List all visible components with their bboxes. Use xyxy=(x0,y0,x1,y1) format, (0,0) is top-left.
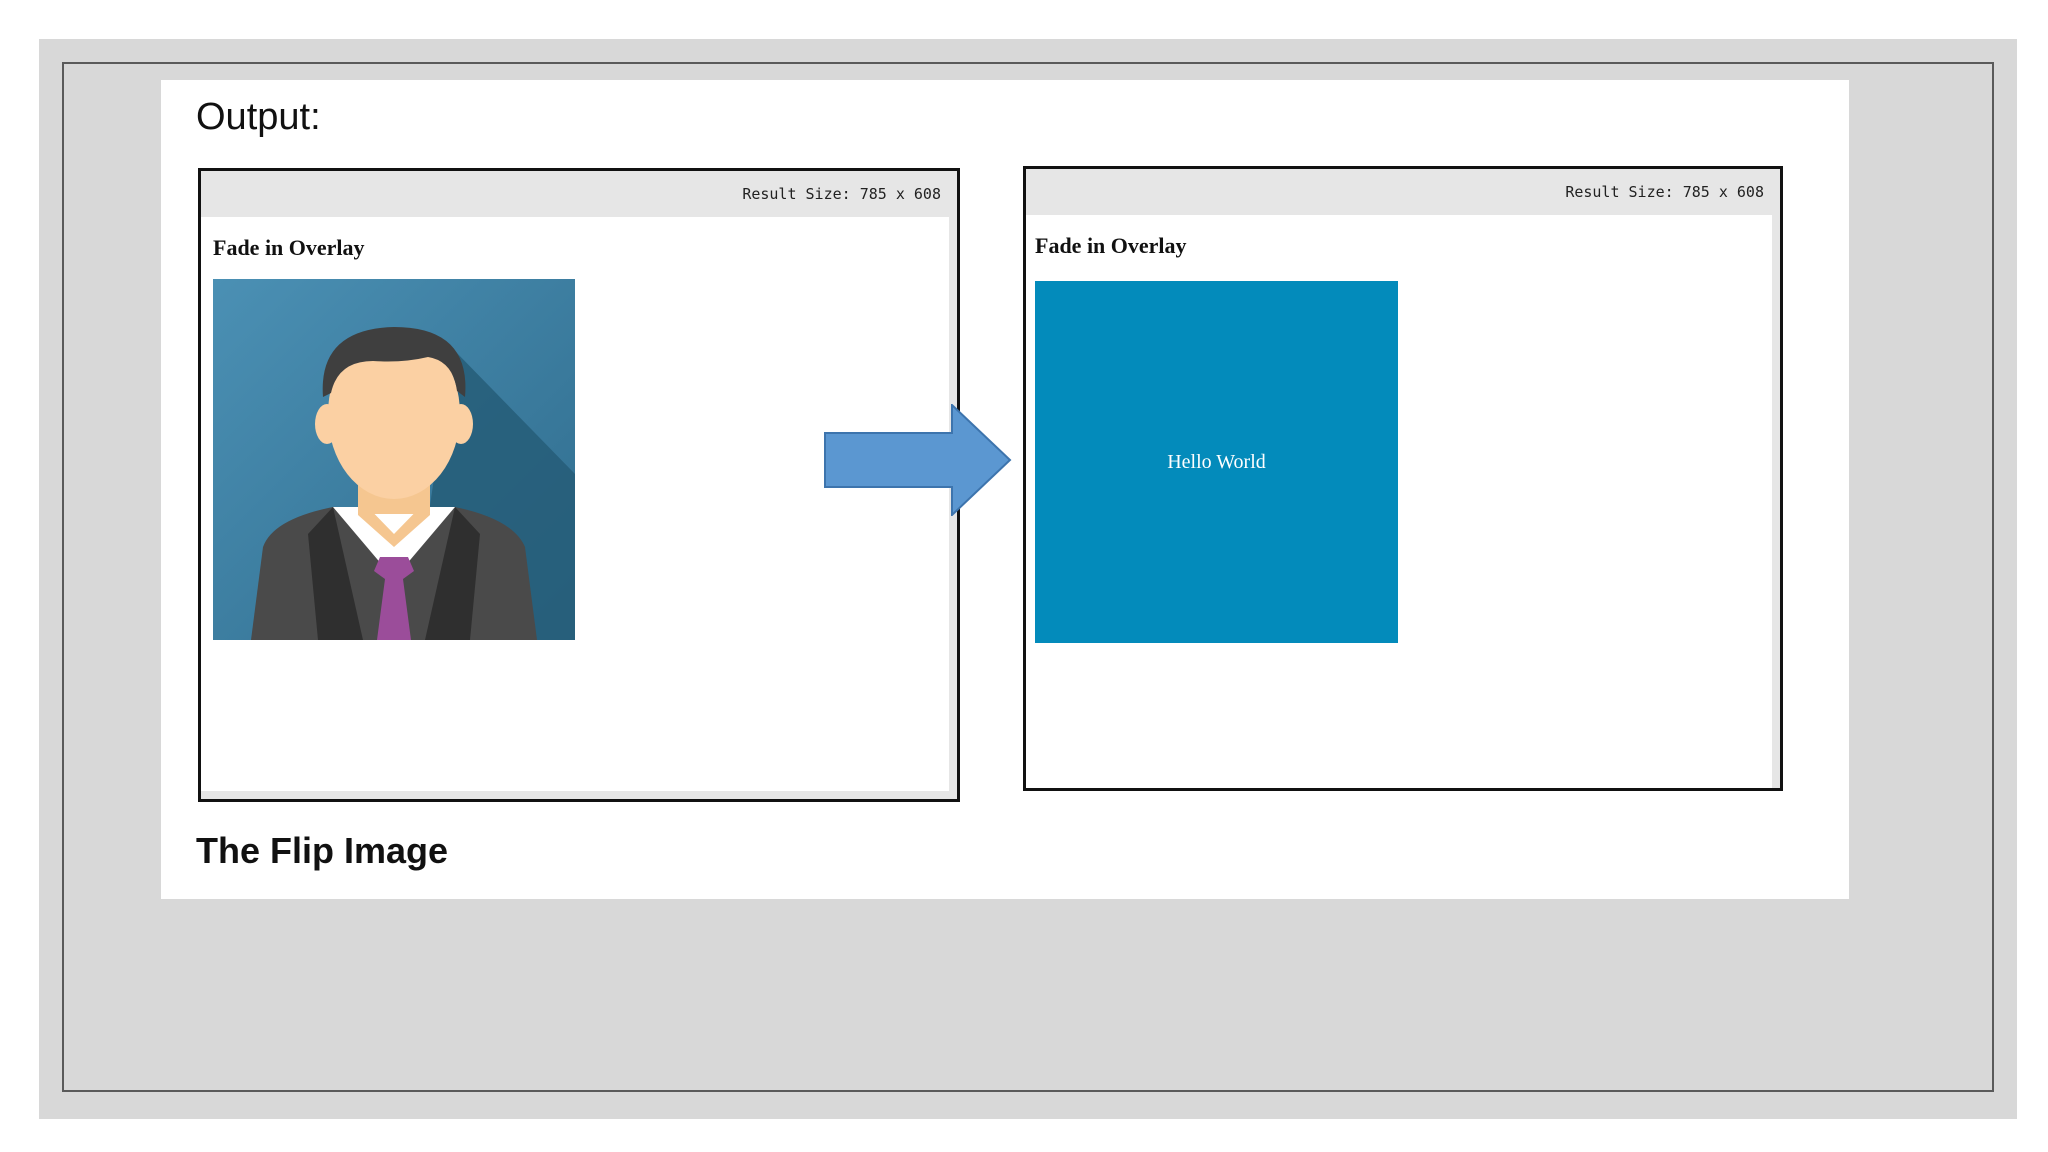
output-label: Output: xyxy=(196,96,321,138)
overlay-text: Hello World xyxy=(1167,450,1266,473)
panel-toolbar: Result Size: 785 x 608 xyxy=(201,171,957,217)
panel-scrollbar[interactable] xyxy=(1772,215,1780,788)
businessman-avatar-icon[interactable] xyxy=(213,279,575,640)
panel-toolbar: Result Size: 785 x 608 xyxy=(1026,169,1780,215)
panel-heading: Fade in Overlay xyxy=(213,235,365,260)
result-size-label: Result Size: 785 x 608 xyxy=(1565,183,1764,201)
avatar-image xyxy=(213,279,575,640)
result-panel-after: Result Size: 785 x 608 Fade in Overlay H… xyxy=(1023,166,1783,791)
panel-heading: Fade in Overlay xyxy=(1035,233,1187,258)
panel-bottom-edge xyxy=(201,791,957,799)
result-size-label: Result Size: 785 x 608 xyxy=(742,185,941,203)
section-title: The Flip Image xyxy=(196,830,449,871)
overlay-box[interactable]: Hello World xyxy=(1035,281,1398,643)
right-arrow-icon xyxy=(824,404,1012,516)
